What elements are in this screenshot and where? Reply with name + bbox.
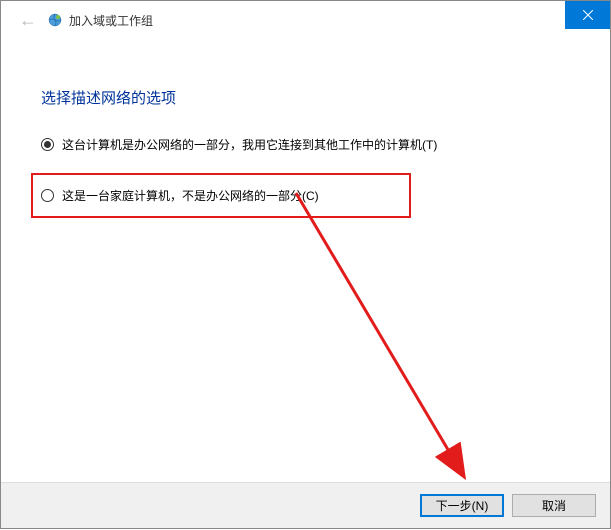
option-home-computer[interactable]: 这是一台家庭计算机，不是办公网络的一部分(C) [41,185,401,206]
radio-icon [41,138,54,151]
dialog-content: 选择描述网络的选项 这台计算机是办公网络的一部分，我用它连接到其他工作中的计算机… [1,39,610,218]
annotation-highlight-box: 这是一台家庭计算机，不是办公网络的一部分(C) [31,173,411,218]
window-title: 加入域或工作组 [69,12,153,29]
cancel-button[interactable]: 取消 [512,494,596,517]
radio-label-home: 这是一台家庭计算机，不是办公网络的一部分(C) [62,187,319,204]
close-button[interactable] [565,1,610,29]
option-office-network[interactable]: 这台计算机是办公网络的一部分，我用它连接到其他工作中的计算机(T) [41,134,570,155]
radio-icon [41,189,54,202]
back-arrow-icon: ← [11,10,45,31]
radio-label-office: 这台计算机是办公网络的一部分，我用它连接到其他工作中的计算机(T) [62,136,437,153]
button-bar: 下一步(N) 取消 [1,482,610,528]
page-heading: 选择描述网络的选项 [41,87,570,108]
titlebar: ← 加入域或工作组 [1,1,610,39]
network-icon [47,12,63,28]
next-button[interactable]: 下一步(N) [420,494,504,517]
